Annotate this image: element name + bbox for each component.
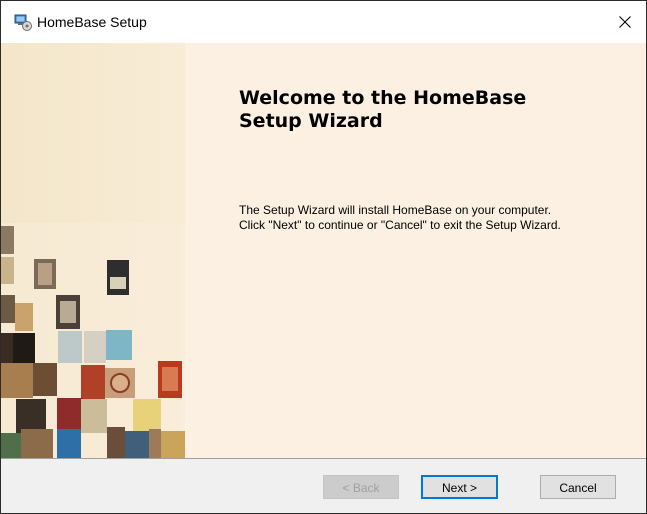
wizard-description: The Setup Wizard will install HomeBase o…	[239, 203, 561, 232]
book-covers-banner-image	[1, 43, 185, 458]
installer-icon	[14, 13, 32, 31]
next-button[interactable]: Next >	[421, 475, 498, 499]
cancel-button[interactable]: Cancel	[540, 475, 616, 499]
window-title: HomeBase Setup	[37, 14, 147, 30]
wizard-heading: Welcome to the HomeBase Setup Wizard	[239, 87, 527, 132]
title-bar: HomeBase Setup	[1, 1, 646, 43]
close-button[interactable]	[604, 1, 646, 43]
wizard-content-panel: Welcome to the HomeBase Setup Wizard The…	[1, 43, 646, 458]
back-button[interactable]: < Back	[323, 475, 399, 499]
close-icon	[619, 16, 631, 28]
setup-wizard-window: HomeBase Setup Welcome to the HomeBase S…	[0, 0, 647, 514]
footer-divider	[1, 458, 646, 459]
